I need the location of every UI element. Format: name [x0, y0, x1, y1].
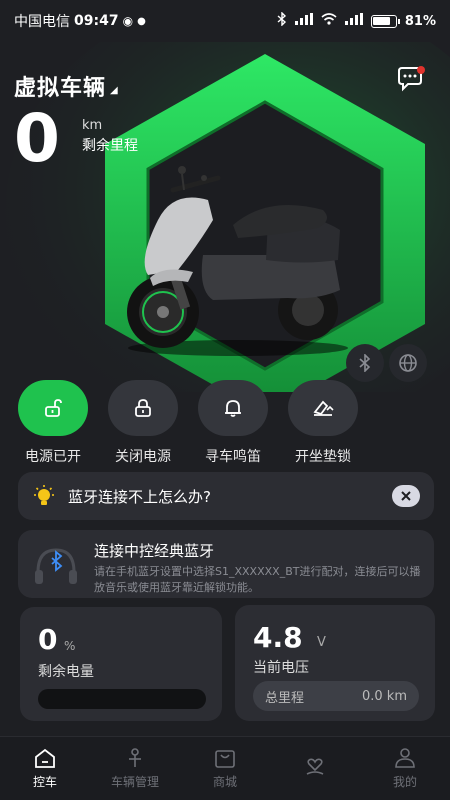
tab-profile[interactable]: 我的 — [360, 737, 450, 800]
odometer-pill: 总里程 0.0 km — [253, 681, 419, 711]
bluetooth-status-icon — [277, 11, 287, 30]
battery-level-unit: % — [64, 639, 76, 653]
battery-level-label: 剩余电量 — [38, 664, 94, 680]
battery-icon — [370, 14, 400, 28]
voltage-unit: V — [317, 635, 326, 650]
bluetooth-card-title: 连接中控经典蓝牙 — [94, 542, 215, 560]
tab-control[interactable]: 控车 — [0, 737, 90, 800]
clock: 09:47 — [74, 13, 119, 29]
close-banner-button[interactable] — [392, 485, 420, 507]
voltage-card: 4.8 V 当前电压 总里程 0.0 km — [235, 605, 435, 721]
battery-level-value: 0 — [38, 623, 58, 656]
carrier-name: 中国电信 — [14, 14, 70, 30]
bluetooth-button[interactable] — [346, 344, 384, 382]
remaining-range-unit: km — [82, 118, 103, 133]
tab-shop[interactable]: 商城 — [180, 737, 270, 800]
odometer-value: 0.0 km — [362, 688, 407, 704]
network-button[interactable] — [389, 344, 427, 382]
remaining-range-label: 剩余里程 — [82, 138, 138, 154]
bluetooth-card-description: 请在手机蓝牙设置中选择S1_XXXXXX_BT进行配对，连接后可以播放音乐或使用… — [94, 565, 421, 594]
power-off-label: 关闭电源 — [115, 449, 171, 465]
voltage-value: 4.8 — [253, 621, 303, 654]
caret-down-icon: ◢ — [110, 84, 119, 96]
cellular-icon — [344, 13, 363, 29]
vehicle-controls: 电源已开 关闭电源 寻车鸣笛 开坐垫锁 — [0, 380, 450, 470]
unlock-icon — [45, 399, 62, 417]
person-icon — [395, 748, 415, 768]
seat-lock-label: 开坐垫锁 — [295, 449, 351, 465]
notification-dot-icon: ● — [137, 15, 146, 27]
status-bar: 中国电信 09:47 ◉ ● 81% — [0, 0, 450, 42]
vehicle-name: 虚拟车辆 — [14, 76, 107, 101]
vehicle-selector[interactable]: 虚拟车辆 ◢ — [14, 70, 119, 102]
seat-lock-circle — [288, 380, 358, 436]
chat-notification-icon: ◉ — [122, 14, 134, 28]
globe-icon — [399, 354, 417, 372]
remaining-range-value: 0 — [14, 100, 60, 177]
tab-shop-label: 商城 — [212, 775, 237, 789]
battery-level-bar — [38, 689, 206, 709]
power-on-circle — [18, 380, 88, 436]
battery-level-card: 0 % 剩余电量 — [20, 607, 222, 721]
horn-circle — [198, 380, 268, 436]
horn-button[interactable]: 寻车鸣笛 — [193, 380, 273, 466]
shop-bag-icon — [215, 750, 235, 768]
bluetooth-help-text: 蓝牙连接不上怎么办? — [68, 487, 211, 506]
message-button[interactable] — [396, 66, 426, 92]
lightbulb-icon — [34, 485, 54, 505]
horn-label: 寻车鸣笛 — [205, 449, 261, 465]
bluetooth-icon — [359, 354, 371, 372]
seat-lock-button[interactable]: 开坐垫锁 — [283, 380, 363, 466]
heart-hand-icon — [306, 757, 324, 775]
tab-profile-label: 我的 — [392, 775, 417, 789]
lock-icon — [135, 399, 151, 417]
power-on-button[interactable]: 电源已开 — [13, 380, 93, 466]
scooter-icon — [129, 748, 141, 767]
bottom-tab-bar: 控车 车辆管理 商城 我的 — [0, 736, 450, 800]
classic-bluetooth-card[interactable]: 连接中控经典蓝牙 请在手机蓝牙设置中选择S1_XXXXXX_BT进行配对，连接后… — [18, 530, 434, 598]
bell-icon — [225, 400, 241, 417]
bluetooth-help-banner[interactable]: 蓝牙连接不上怎么办? — [18, 472, 434, 520]
power-on-label: 电源已开 — [25, 449, 81, 465]
seat-unlock-icon — [313, 400, 334, 416]
scooter-image — [127, 166, 348, 356]
tab-vehicle-management[interactable]: 车辆管理 — [90, 737, 180, 800]
tab-vehicle-management-label: 车辆管理 — [110, 775, 159, 789]
chat-bubble-icon — [398, 66, 425, 92]
power-off-circle — [108, 380, 178, 436]
wifi-icon — [321, 13, 337, 29]
tab-service[interactable] — [270, 737, 360, 800]
tab-control-label: 控车 — [32, 775, 57, 789]
bluetooth-headphones-icon — [35, 548, 77, 584]
battery-percent: 81% — [404, 13, 436, 29]
signal-icon — [294, 13, 313, 29]
close-icon — [401, 491, 411, 501]
voltage-label: 当前电压 — [253, 660, 309, 676]
power-off-button[interactable]: 关闭电源 — [103, 380, 183, 466]
odometer-label: 总里程 — [265, 690, 305, 706]
home-icon — [35, 748, 55, 768]
